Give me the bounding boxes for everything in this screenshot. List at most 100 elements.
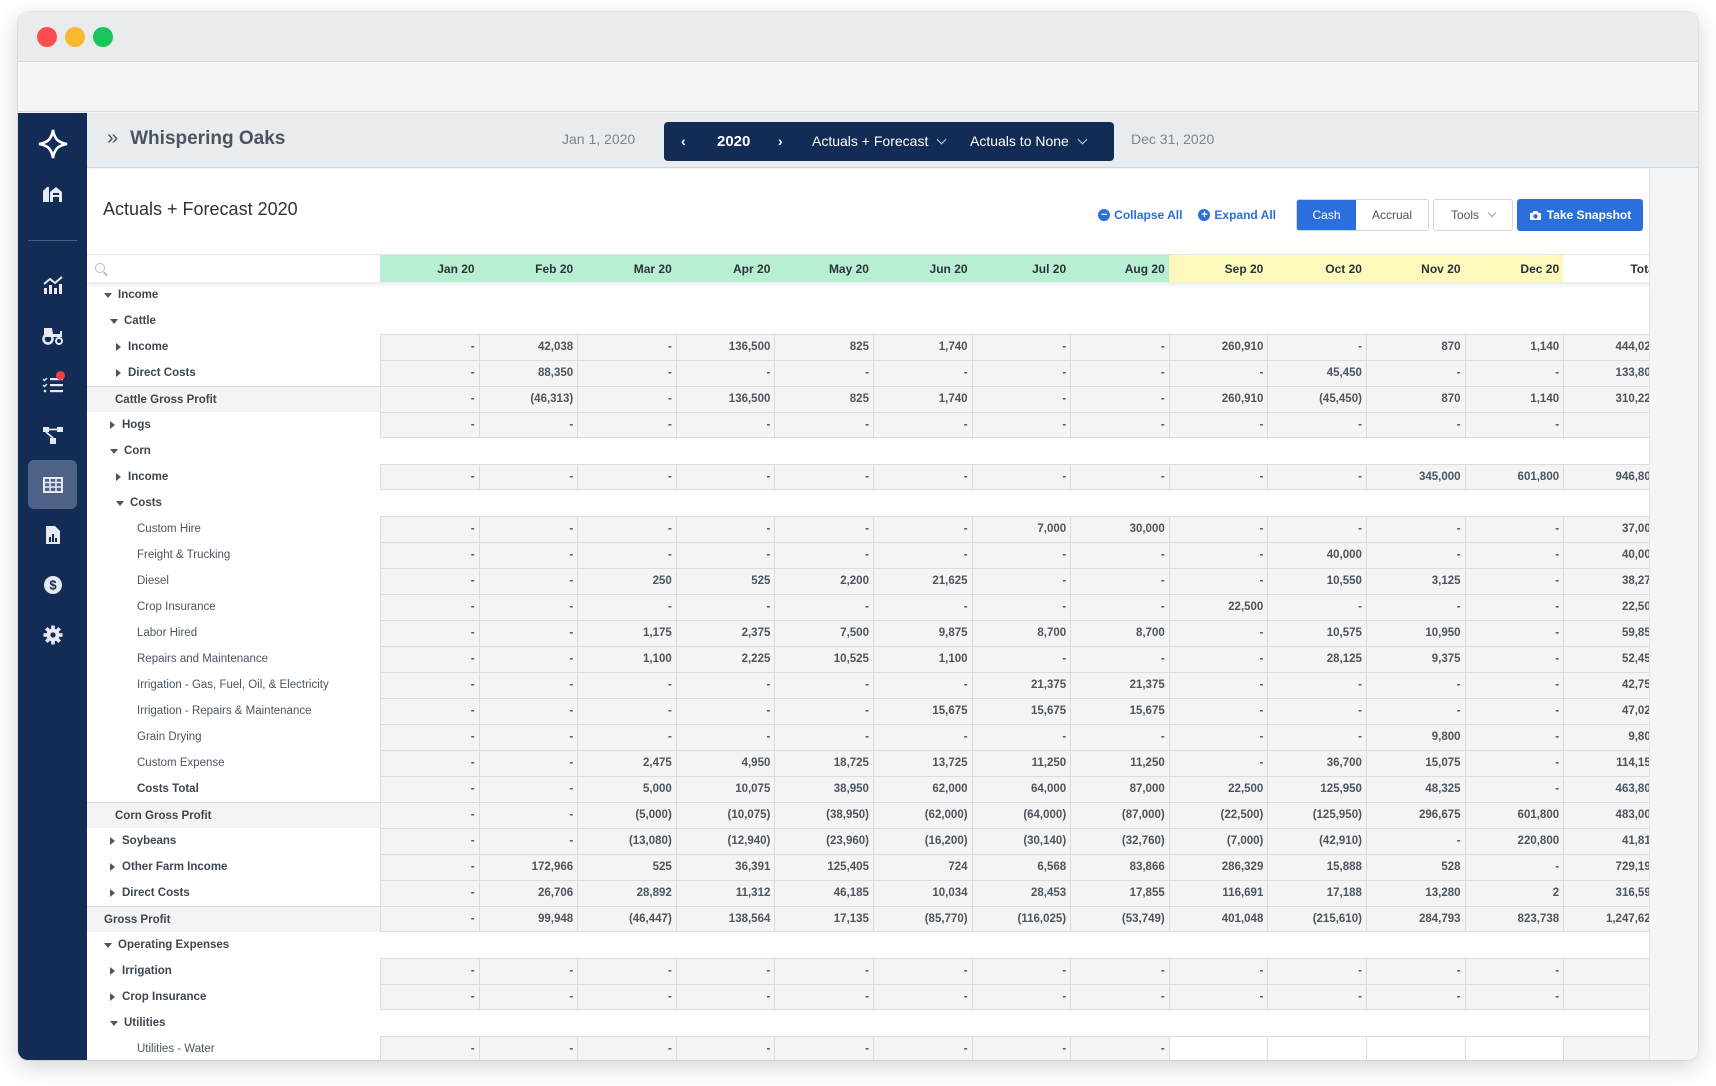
value-cell[interactable]: - [577, 412, 676, 438]
value-cell[interactable]: - [478, 776, 578, 802]
value-cell[interactable]: 45,450 [1267, 360, 1366, 386]
value-cell[interactable]: 9,875 [872, 620, 972, 646]
value-cell[interactable]: (32,760) [1070, 828, 1169, 854]
value-cell[interactable]: - [1070, 334, 1169, 360]
value-cell[interactable]: 1,100 [872, 646, 972, 672]
value-cell[interactable]: 17,855 [1070, 880, 1169, 906]
value-cell[interactable]: 11,250 [971, 750, 1071, 776]
value-cell[interactable]: - [971, 386, 1071, 412]
value-cell[interactable]: - [1168, 646, 1268, 672]
value-cell[interactable]: - [971, 594, 1071, 620]
value-cell[interactable]: - [380, 646, 479, 672]
sidebar-item-settings[interactable] [28, 610, 77, 659]
row-total-cell[interactable]: 483,000 [1563, 802, 1663, 828]
value-cell[interactable]: - [1464, 854, 1564, 880]
accrual-basis-button[interactable]: Accrual [1356, 200, 1428, 230]
value-cell[interactable]: 99,948 [478, 906, 578, 932]
value-cell[interactable]: 30,000 [1070, 516, 1169, 542]
value-cell[interactable]: 9,375 [1365, 646, 1465, 672]
value-cell[interactable]: - [1267, 724, 1366, 750]
value-cell[interactable]: - [577, 594, 676, 620]
value-cell[interactable]: 1,140 [1464, 386, 1564, 412]
value-cell[interactable]: - [380, 906, 479, 932]
next-year-button[interactable]: › [778, 133, 783, 149]
value-cell[interactable]: 345,000 [1365, 464, 1465, 490]
value-cell[interactable]: - [577, 724, 676, 750]
value-cell[interactable]: 525 [577, 854, 676, 880]
value-cell[interactable]: (46,313) [478, 386, 578, 412]
value-cell[interactable]: - [872, 464, 972, 490]
value-cell[interactable]: 116,691 [1168, 880, 1268, 906]
value-cell[interactable]: (10,075) [675, 802, 775, 828]
value-cell[interactable]: - [380, 828, 479, 854]
value-cell[interactable]: - [971, 542, 1071, 568]
row-label[interactable]: Crop Insurance [87, 984, 380, 1010]
value-cell[interactable]: - [1070, 386, 1169, 412]
value-cell[interactable]: - [774, 1036, 873, 1060]
close-window-button[interactable] [37, 27, 57, 47]
value-cell[interactable]: - [1267, 464, 1366, 490]
value-cell[interactable]: - [872, 516, 972, 542]
value-cell[interactable]: - [675, 672, 775, 698]
maximize-window-button[interactable] [93, 27, 113, 47]
value-cell[interactable]: (53,749) [1070, 906, 1169, 932]
row-total-cell[interactable]: 0 [1563, 412, 1663, 438]
value-cell[interactable]: 525 [675, 568, 775, 594]
value-cell[interactable]: 10,075 [675, 776, 775, 802]
value-cell[interactable]: - [1464, 724, 1564, 750]
value-cell[interactable]: 8,700 [971, 620, 1071, 646]
value-cell[interactable]: - [774, 464, 873, 490]
value-cell[interactable]: - [380, 984, 479, 1010]
row-label[interactable]: Cattle [87, 308, 380, 334]
value-cell[interactable]: 250 [577, 568, 676, 594]
value-cell[interactable]: 138,564 [675, 906, 775, 932]
value-cell[interactable]: - [1464, 750, 1564, 776]
value-cell[interactable]: 88,350 [478, 360, 578, 386]
value-cell[interactable]: - [380, 880, 479, 906]
row-label[interactable]: Direct Costs [87, 880, 380, 906]
value-cell[interactable]: - [1168, 698, 1268, 724]
value-cell[interactable]: - [577, 386, 676, 412]
value-cell[interactable]: 10,525 [774, 646, 873, 672]
row-label[interactable]: Hogs [87, 412, 380, 438]
value-cell[interactable]: - [380, 386, 479, 412]
value-cell[interactable]: - [380, 724, 479, 750]
value-cell[interactable]: - [1168, 568, 1268, 594]
value-cell[interactable] [1365, 1036, 1465, 1060]
value-cell[interactable]: 42,038 [478, 334, 578, 360]
value-cell[interactable]: (125,950) [1267, 802, 1366, 828]
value-cell[interactable]: (7,000) [1168, 828, 1268, 854]
value-cell[interactable]: - [380, 464, 479, 490]
value-cell[interactable]: - [774, 360, 873, 386]
expand-sidebar-icon[interactable]: » [107, 127, 118, 150]
sidebar-item-logo[interactable] [28, 119, 77, 168]
minimize-window-button[interactable] [65, 27, 85, 47]
value-cell[interactable]: - [577, 958, 676, 984]
value-cell[interactable]: - [1365, 412, 1465, 438]
caret-down-icon[interactable] [104, 292, 112, 298]
value-cell[interactable]: - [1267, 698, 1366, 724]
row-total-cell[interactable]: 316,598 [1563, 880, 1663, 906]
value-cell[interactable]: 1,100 [577, 646, 676, 672]
row-total-cell[interactable]: 114,150 [1563, 750, 1663, 776]
row-label[interactable]: Income [87, 282, 380, 308]
value-cell[interactable]: 40,000 [1267, 542, 1366, 568]
value-cell[interactable]: (16,200) [872, 828, 972, 854]
value-cell[interactable]: 36,700 [1267, 750, 1366, 776]
row-total-cell[interactable]: 59,850 [1563, 620, 1663, 646]
value-cell[interactable]: - [675, 360, 775, 386]
value-cell[interactable]: - [1070, 360, 1169, 386]
sidebar-item-finance[interactable]: $ [28, 560, 77, 609]
value-cell[interactable]: - [1365, 594, 1465, 620]
value-cell[interactable]: 1,175 [577, 620, 676, 646]
value-cell[interactable]: - [971, 360, 1071, 386]
value-cell[interactable]: 2 [1464, 880, 1564, 906]
value-cell[interactable]: - [1267, 984, 1366, 1010]
value-cell[interactable] [1464, 1036, 1564, 1060]
value-cell[interactable]: 11,250 [1070, 750, 1169, 776]
value-cell[interactable]: 136,500 [675, 334, 775, 360]
value-cell[interactable]: 15,675 [1070, 698, 1169, 724]
value-cell[interactable]: 28,125 [1267, 646, 1366, 672]
value-cell[interactable]: - [1168, 958, 1268, 984]
caret-right-icon[interactable] [110, 863, 115, 871]
